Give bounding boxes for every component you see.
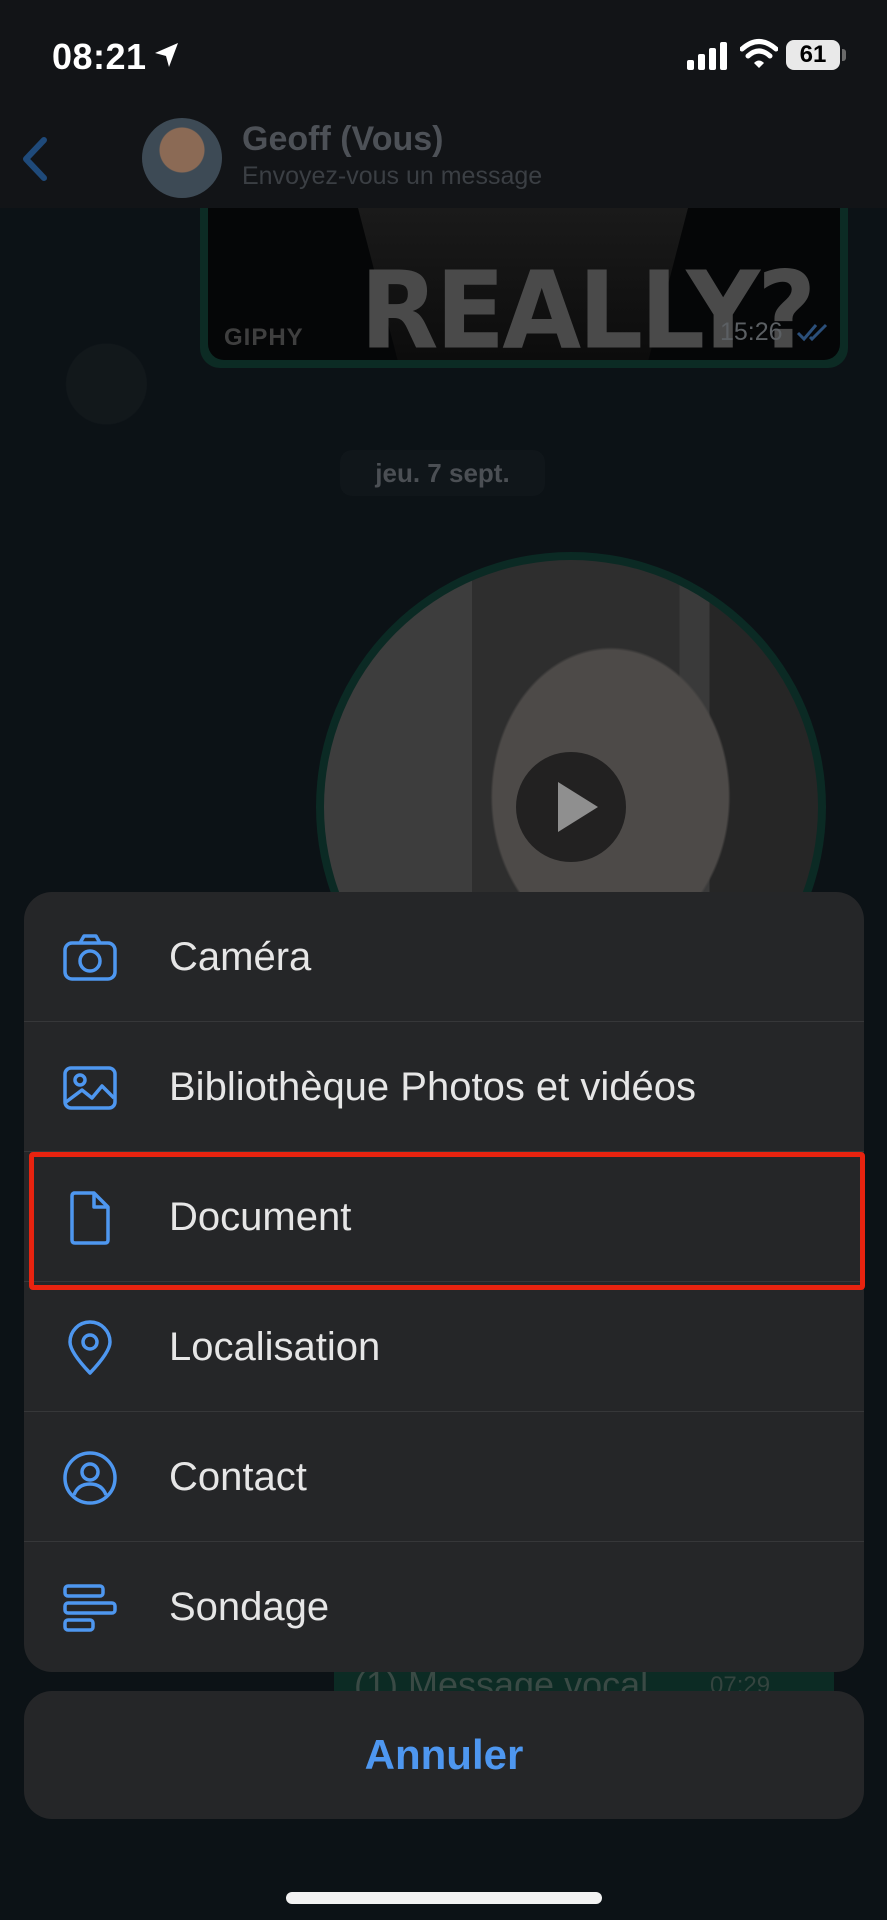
- cancel-button-label: Annuler: [364, 1731, 524, 1778]
- poll-icon: [63, 1584, 117, 1632]
- sheet-item-location[interactable]: Localisation: [24, 1282, 864, 1412]
- location-pin-icon: [68, 1320, 112, 1375]
- play-button[interactable]: [516, 752, 626, 862]
- battery-tip: [842, 49, 846, 61]
- back-chevron-icon[interactable]: [18, 134, 52, 184]
- status-time: 08:21: [52, 36, 147, 77]
- sheet-item-label: Localisation: [169, 1325, 381, 1369]
- location-arrow-icon: [155, 43, 178, 67]
- sheet-item-label: Bibliothèque Photos et vidéos: [169, 1065, 697, 1109]
- contact-icon: [63, 1451, 117, 1505]
- gif-message[interactable]: REALLY? GIPHY 15:26: [200, 208, 848, 368]
- giphy-watermark: GIPHY: [224, 324, 304, 351]
- contact-subtitle: Envoyez-vous un message: [242, 162, 543, 190]
- highlight-box: [29, 1152, 865, 1290]
- sheet-item-contact[interactable]: Contact: [24, 1412, 864, 1542]
- sheet-item-photo-library[interactable]: Bibliothèque Photos et vidéos: [24, 1022, 864, 1152]
- contact-name[interactable]: Geoff (Vous): [242, 120, 443, 159]
- cellular-signal-icon: [687, 42, 727, 70]
- cancel-button[interactable]: Annuler: [24, 1691, 864, 1819]
- date-separator: jeu. 7 sept.: [340, 450, 545, 496]
- sheet-item-camera[interactable]: Caméra: [24, 892, 864, 1022]
- camera-icon: [63, 934, 117, 981]
- battery-indicator: 61: [786, 40, 840, 70]
- sheet-item-poll[interactable]: Sondage: [24, 1542, 864, 1672]
- status-bar: 08:21 61: [0, 0, 887, 112]
- sheet-item-label: Sondage: [169, 1585, 330, 1629]
- chat-header: Geoff (Vous) Envoyez-vous un message: [0, 112, 887, 208]
- photo-library-icon: [63, 1066, 117, 1110]
- sheet-item-label: Contact: [169, 1455, 307, 1499]
- wifi-icon: [740, 39, 778, 68]
- play-icon: [558, 782, 598, 832]
- sheet-item-label: Caméra: [169, 935, 312, 979]
- home-indicator[interactable]: [286, 1892, 602, 1904]
- message-time: 15:26: [720, 318, 783, 346]
- avatar[interactable]: [142, 118, 222, 198]
- gif-image: REALLY? GIPHY 15:26: [208, 208, 840, 360]
- read-receipt-icon: [796, 323, 828, 342]
